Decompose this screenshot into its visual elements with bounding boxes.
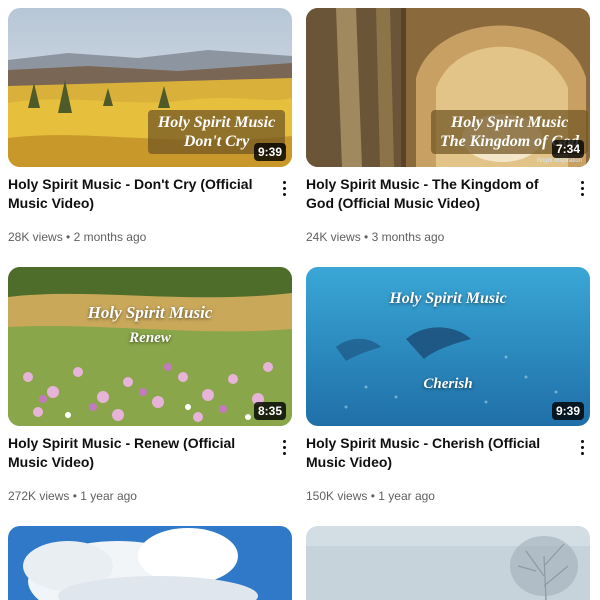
overlay-line-1: Holy Spirit Music (87, 303, 213, 322)
meta-separator: • (72, 489, 77, 503)
upload-age: 2 months ago (73, 230, 147, 244)
video-meta: 24K views • 3 months ago (306, 230, 444, 244)
video-card[interactable] (306, 526, 590, 600)
view-count: 28K views (8, 230, 63, 244)
meta-separator: • (66, 230, 71, 244)
overlay-line-1: Holy Spirit Music (157, 114, 276, 131)
more-options-icon[interactable] (574, 437, 590, 457)
meta-separator: • (370, 489, 375, 503)
thumbnail-overlay-line-2: Cherish (423, 376, 473, 392)
video-card[interactable]: Holy Spirit Music The Kingdom of God Bri… (306, 8, 590, 244)
video-meta: 150K views • 1 year ago (306, 489, 435, 503)
video-card[interactable]: Holy Spirit Music Renew 8:35 Holy Spirit… (8, 267, 292, 503)
overlay-line-2: Renew (129, 330, 171, 347)
video-duration: 9:39 (551, 402, 584, 420)
view-count: 272K views (8, 489, 70, 503)
video-duration: 8:35 (253, 402, 286, 420)
thumbnail-overlay-line-1: Holy Spirit Music (389, 290, 507, 307)
thumbnail-overlay-text: Holy Spirit Music Renew (68, 303, 232, 347)
video-title[interactable]: Holy Spirit Music - Renew (Official Musi… (8, 434, 258, 472)
thumbnail-image (306, 526, 590, 600)
meta-separator: • (364, 230, 369, 244)
video-title[interactable]: Holy Spirit Music - Cherish (Official Mu… (306, 434, 556, 472)
video-thumbnail[interactable]: Holy Spirit Music The Kingdom of God Bri… (306, 8, 590, 167)
video-card[interactable]: Holy Spirit Music Cherish 9:39 Holy Spir… (306, 267, 590, 503)
channel-watermark: Bright Inspiration (536, 158, 582, 164)
video-meta: 28K views • 2 months ago (8, 230, 146, 244)
video-thumbnail[interactable] (306, 526, 590, 600)
video-card[interactable]: Holy Spirit Music Don't Cry 9:39 Holy Sp… (8, 8, 292, 244)
video-meta: 272K views • 1 year ago (8, 489, 137, 503)
video-thumbnail[interactable]: Holy Spirit Music Renew 8:35 (8, 267, 292, 426)
video-thumbnail[interactable]: Holy Spirit Music Cherish 9:39 (306, 267, 590, 426)
video-title[interactable]: Holy Spirit Music - Don't Cry (Official … (8, 175, 258, 213)
video-duration: 7:34 (551, 140, 584, 158)
video-title[interactable]: Holy Spirit Music - The Kingdom of God (… (306, 175, 556, 213)
upload-age: 1 year ago (378, 489, 435, 503)
thumbnail-image (8, 526, 292, 600)
video-thumbnail[interactable] (8, 526, 292, 600)
upload-age: 3 months ago (371, 230, 445, 244)
more-options-icon[interactable] (574, 178, 590, 198)
more-options-icon[interactable] (276, 178, 292, 198)
view-count: 150K views (306, 489, 368, 503)
video-thumbnail[interactable]: Holy Spirit Music Don't Cry 9:39 (8, 8, 292, 167)
video-duration: 9:39 (253, 143, 286, 161)
more-options-icon[interactable] (276, 437, 292, 457)
overlay-line-1: Holy Spirit Music (450, 114, 569, 131)
upload-age: 1 year ago (80, 489, 137, 503)
view-count: 24K views (306, 230, 361, 244)
video-card[interactable] (8, 526, 292, 600)
